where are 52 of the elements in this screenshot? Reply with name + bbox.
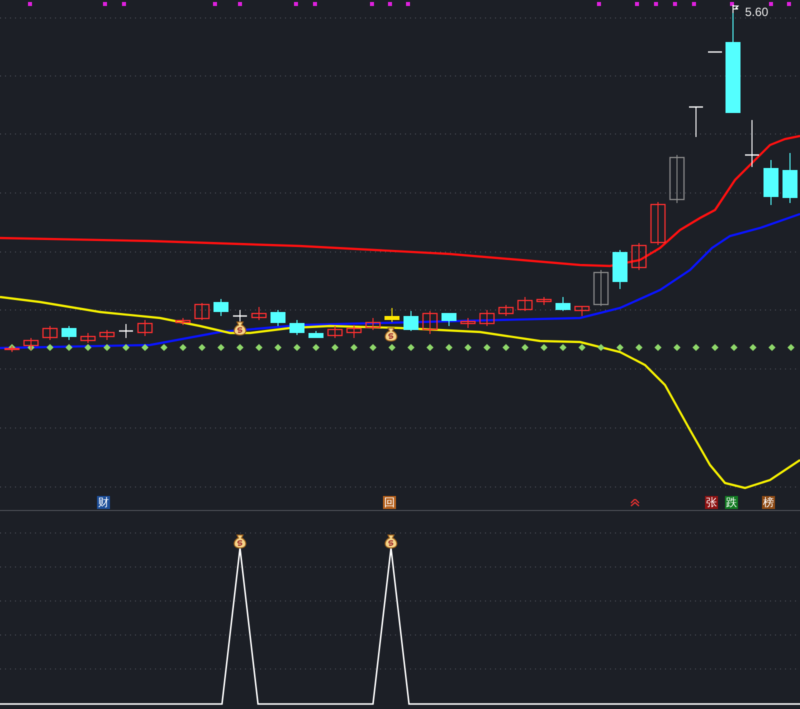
candlestick xyxy=(764,160,778,206)
signal-badge: 财 xyxy=(97,496,110,509)
candlestick xyxy=(233,310,247,322)
candlestick xyxy=(62,326,76,340)
candlestick xyxy=(175,318,191,326)
candlestick xyxy=(498,304,514,316)
money-bag-icon xyxy=(384,328,398,342)
candlestick xyxy=(650,202,666,246)
candlestick xyxy=(251,306,267,320)
candlestick xyxy=(631,242,647,270)
candlestick xyxy=(327,326,343,338)
candlestick xyxy=(574,306,590,316)
flag-icon xyxy=(732,4,740,14)
money-bag-icon xyxy=(234,534,246,548)
signal-badge: 跌 xyxy=(725,496,738,509)
candlestick xyxy=(442,312,456,326)
candlestick xyxy=(346,324,362,338)
candlestick xyxy=(308,330,324,338)
double-chevron-icon xyxy=(630,499,640,507)
money-bag-icon xyxy=(234,322,246,336)
candlestick xyxy=(214,298,228,316)
candlestick xyxy=(384,308,400,322)
candlestick xyxy=(689,106,703,138)
candlestick xyxy=(708,51,722,53)
candlestick xyxy=(137,320,153,336)
candlestick xyxy=(517,296,533,312)
candlestick xyxy=(404,310,418,332)
candlestick xyxy=(422,310,438,334)
candlestick xyxy=(290,320,304,336)
candlestick xyxy=(80,332,96,344)
candlestick xyxy=(782,152,798,204)
candlestick xyxy=(23,338,39,350)
candlestick xyxy=(593,270,609,306)
candlestick xyxy=(42,326,58,340)
candlestick xyxy=(479,310,495,326)
candlestick xyxy=(194,302,210,320)
candlestick xyxy=(365,318,381,330)
candlestick xyxy=(536,296,552,306)
money-bag-icon xyxy=(384,534,398,548)
signal-badge: 回 xyxy=(383,496,396,509)
candlestick xyxy=(669,154,685,204)
signal-badge: 张 xyxy=(705,496,718,509)
candlestick xyxy=(119,324,133,338)
candlestick xyxy=(612,250,628,290)
price-label: 5.60 xyxy=(745,5,768,19)
candlestick xyxy=(270,310,286,326)
candlestick xyxy=(745,120,759,168)
candlestick xyxy=(99,330,115,340)
candlestick xyxy=(556,296,570,312)
signal-badge: 榜 xyxy=(762,496,775,509)
candlestick xyxy=(4,346,20,352)
candlestick xyxy=(460,318,476,328)
